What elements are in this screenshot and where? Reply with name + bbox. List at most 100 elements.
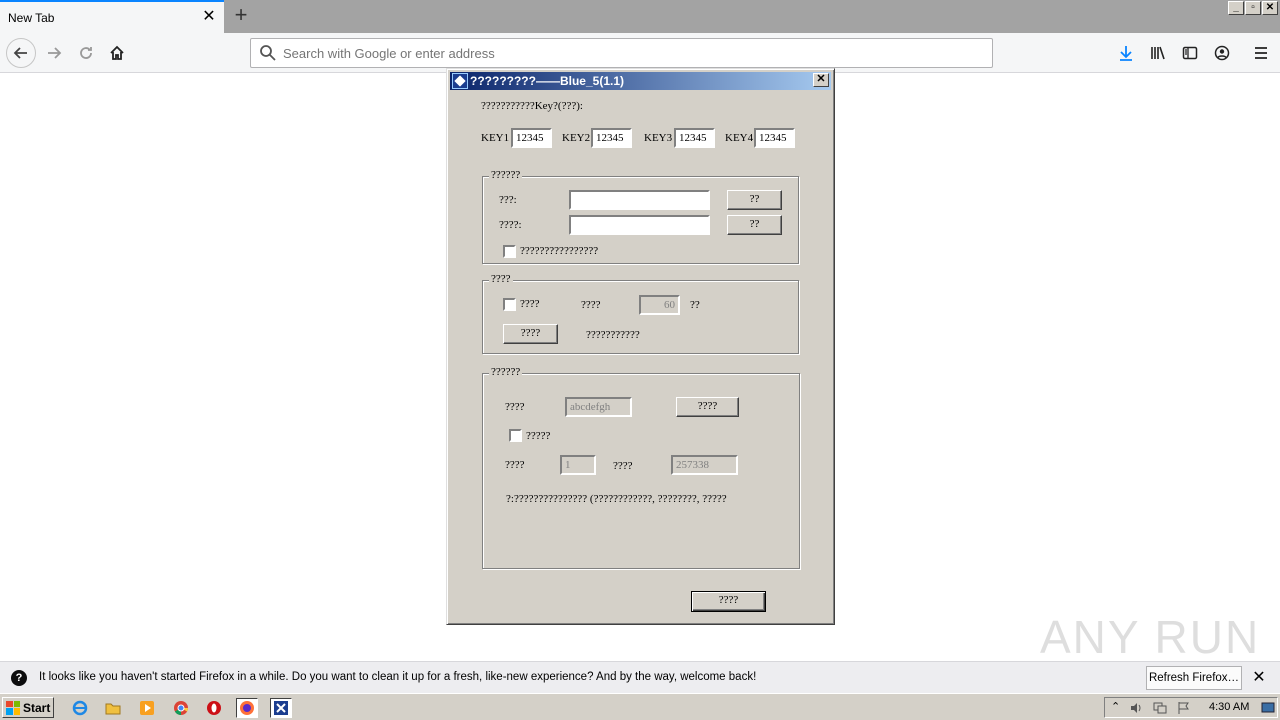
group-2-legend: ???? xyxy=(489,273,513,285)
reload-icon xyxy=(80,47,92,59)
system-tray: ⌃ 4:30 AM xyxy=(1104,697,1278,718)
group1-row1-button[interactable]: ?? xyxy=(727,190,782,210)
library-icon xyxy=(1151,46,1165,60)
action-center-flag-icon[interactable] xyxy=(1177,701,1191,715)
info-icon: ? xyxy=(11,670,27,686)
home-icon xyxy=(110,45,124,60)
interval-label: ???? xyxy=(581,299,601,311)
opera-taskbar-button[interactable] xyxy=(203,698,225,718)
internet-explorer-icon xyxy=(72,700,88,716)
forward-button[interactable] xyxy=(40,39,68,67)
interval-unit: ?? xyxy=(690,299,700,311)
key3-label: KEY3 xyxy=(644,132,673,144)
address-bar[interactable] xyxy=(250,38,993,68)
opera-icon xyxy=(207,701,221,715)
group3-field3-label: ???? xyxy=(613,460,633,472)
group1-checkbox-label: ???????????????? xyxy=(520,245,599,257)
interval-input[interactable] xyxy=(639,295,680,315)
new-tab-button[interactable]: + xyxy=(230,4,252,28)
key-prompt: ???????????Key?(???): xyxy=(481,100,583,112)
group3-field1-input[interactable] xyxy=(565,397,632,417)
arrow-right-icon xyxy=(48,47,62,59)
folder-icon xyxy=(105,703,121,715)
window-controls: _ ▫ ✕ xyxy=(1228,1,1278,15)
group3-field1-label: ???? xyxy=(505,401,525,413)
dialog-title-bar[interactable]: ?????????——Blue_5(1.1) ✕ xyxy=(450,72,831,90)
taskbar: Start ⌃ 4:30 AM xyxy=(0,693,1280,720)
home-button[interactable] xyxy=(103,39,131,67)
group3-field2-input[interactable] xyxy=(560,455,596,475)
group2-button[interactable]: ???? xyxy=(503,324,558,344)
library-button[interactable] xyxy=(1144,39,1172,67)
group2-status: ??????????? xyxy=(586,329,640,341)
group1-checkbox[interactable] xyxy=(503,245,516,258)
group1-row1-input[interactable] xyxy=(569,190,710,210)
group3-field2-label: ???? xyxy=(505,459,525,471)
menu-button[interactable] xyxy=(1247,39,1275,67)
notification-bar: ? It looks like you haven't started Fire… xyxy=(0,661,1280,693)
key1-label: KEY1 xyxy=(481,132,510,144)
group-3-legend: ?????? xyxy=(489,366,523,378)
tab-strip: New Tab ✕ + _ ▫ ✕ xyxy=(0,0,1280,33)
group1-row2-input[interactable] xyxy=(569,215,710,235)
tab-close-icon[interactable]: ✕ xyxy=(202,8,216,25)
group1-row1-label: ???: xyxy=(499,194,517,206)
network-icon[interactable] xyxy=(1153,701,1167,715)
ie-taskbar-button[interactable] xyxy=(69,698,91,718)
group2-checkbox-label: ???? xyxy=(520,298,540,310)
download-icon xyxy=(1120,46,1132,61)
firefox-taskbar-button[interactable] xyxy=(236,698,258,718)
tab-title: New Tab xyxy=(8,10,55,25)
key2-label: KEY2 xyxy=(562,132,591,144)
media-player-taskbar-button[interactable] xyxy=(136,698,158,718)
group1-row2-label: ????: xyxy=(499,219,522,231)
key2-input[interactable] xyxy=(591,128,632,148)
reload-button[interactable] xyxy=(72,39,100,67)
start-label: Start xyxy=(23,700,51,715)
notification-close-icon[interactable]: ✕ xyxy=(1250,668,1268,688)
navigation-toolbar xyxy=(0,33,1280,73)
blue5-dialog: ?????????——Blue_5(1.1) ✕ ???????????Key?… xyxy=(446,68,835,625)
dialog-close-button[interactable]: ✕ xyxy=(813,73,829,87)
back-button[interactable] xyxy=(6,38,36,68)
account-icon xyxy=(1214,45,1230,61)
restore-button[interactable]: ▫ xyxy=(1245,1,1261,15)
sidebar-button[interactable] xyxy=(1176,39,1204,67)
volume-icon[interactable] xyxy=(1129,701,1143,715)
search-icon xyxy=(260,45,276,61)
group2-checkbox[interactable] xyxy=(503,298,516,311)
key4-input[interactable] xyxy=(754,128,795,148)
close-window-button[interactable]: ✕ xyxy=(1262,1,1278,15)
explorer-taskbar-button[interactable] xyxy=(102,698,124,718)
chrome-icon xyxy=(174,701,189,716)
group3-field1-button[interactable]: ???? xyxy=(676,397,739,417)
start-button[interactable]: Start xyxy=(2,697,54,718)
arrow-left-icon xyxy=(13,47,27,59)
account-button[interactable] xyxy=(1208,39,1236,67)
downloads-button[interactable] xyxy=(1112,39,1140,67)
group1-row2-button[interactable]: ?? xyxy=(727,215,782,235)
ok-button[interactable]: ???? xyxy=(691,591,766,612)
minimize-button[interactable]: _ xyxy=(1228,1,1244,15)
app-icon xyxy=(452,73,468,89)
tray-expand-icon[interactable]: ⌃ xyxy=(1111,700,1120,713)
refresh-firefox-button[interactable]: Refresh Firefox… xyxy=(1146,666,1242,690)
tab-new-tab[interactable]: New Tab ✕ xyxy=(0,0,224,33)
group3-checkbox[interactable] xyxy=(509,429,522,442)
url-input[interactable] xyxy=(283,45,973,61)
windows-logo-icon xyxy=(6,700,20,715)
key1-input[interactable] xyxy=(511,128,552,148)
clock[interactable]: 4:30 AM xyxy=(1209,701,1249,713)
key4-label: KEY4 xyxy=(725,132,754,144)
group3-field3-input[interactable] xyxy=(671,455,738,475)
anyrun-watermark: ANY RUN xyxy=(1040,611,1261,663)
key3-input[interactable] xyxy=(674,128,715,148)
firefox-icon xyxy=(240,701,254,715)
group-1-legend: ?????? xyxy=(489,169,523,181)
dialog-title: ?????????——Blue_5(1.1) xyxy=(470,74,624,88)
blue5-taskbar-button[interactable] xyxy=(270,698,292,718)
chrome-taskbar-button[interactable] xyxy=(170,698,192,718)
media-player-icon xyxy=(140,701,154,715)
show-desktop-icon[interactable] xyxy=(1261,701,1275,715)
group3-note: ?:??????????????? (????????????, ???????… xyxy=(506,493,727,505)
